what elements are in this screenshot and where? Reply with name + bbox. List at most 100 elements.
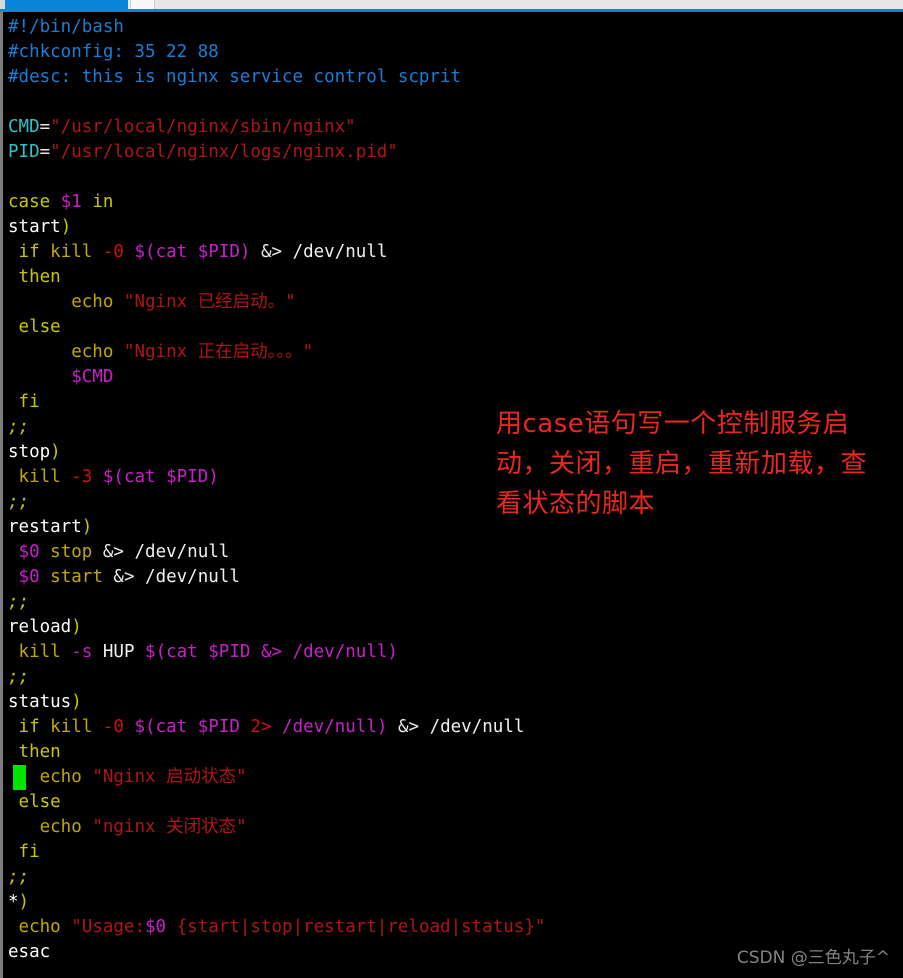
- token-label-paren: ): [18, 892, 30, 912]
- token-command-substitution-open: $(cat $PID: [134, 717, 240, 737]
- token-then-keyword: then: [18, 267, 61, 287]
- token-echo-command: echo: [39, 767, 82, 787]
- code-line: *): [8, 890, 545, 915]
- code-editor-surface[interactable]: #!/bin/bash #chkconfig: 35 22 88 #desc: th…: [0, 12, 903, 978]
- token-flag-0: -0: [102, 242, 124, 262]
- token-devnull-path: /dev/null: [134, 542, 230, 562]
- token-redirect-all: &>: [397, 717, 420, 737]
- code-line: reload): [8, 615, 545, 640]
- code-line: then: [8, 740, 545, 765]
- token-else-keyword: else: [18, 792, 61, 812]
- code-line: else: [8, 790, 545, 815]
- code-line: PID="/usr/local/nginx/logs/nginx.pid": [8, 140, 545, 165]
- code-line: $0 start &> /dev/null: [8, 565, 545, 590]
- code-line: fi: [8, 390, 545, 415]
- token-devnull-path: /dev/null: [429, 717, 525, 737]
- token-echo-command: echo: [39, 817, 82, 837]
- token-case-terminator: ;;: [8, 417, 30, 437]
- code-line: #!/bin/bash: [8, 15, 545, 40]
- red-annotation-text: 用case语句写一个控制服务启动，关闭，重启，重新加载，查看状态的脚本: [496, 409, 868, 519]
- token-cmd-value: "/usr/local/nginx/sbin/nginx": [50, 117, 356, 137]
- code-line: kill -3 $(cat $PID): [8, 465, 545, 490]
- token-equals: =: [39, 117, 51, 137]
- token-redirect-all: &>: [260, 642, 283, 662]
- token-equals: =: [39, 142, 51, 162]
- code-line: else: [8, 315, 545, 340]
- code-line: kill -s HUP $(cat $PID &> /dev/null): [8, 640, 545, 665]
- token-flag-s: -s: [71, 642, 93, 662]
- token-redirect-stderr: 2>: [250, 717, 272, 737]
- code-line: ;;: [8, 490, 545, 515]
- code-line: stop): [8, 440, 545, 465]
- token-cmd-varname: CMD: [8, 117, 40, 137]
- code-line: echo "Nginx 启动状态": [8, 765, 545, 790]
- token-fi-keyword: fi: [18, 392, 40, 412]
- token-case-label-start: start: [8, 217, 61, 237]
- code-line: #desc: this is nginx service control scp…: [8, 65, 545, 90]
- token-label-paren: ): [71, 617, 82, 637]
- token-case-label-stop: stop: [8, 442, 51, 462]
- inactive-tab[interactable]: [130, 0, 155, 9]
- token-var-zero: $0: [145, 917, 167, 937]
- code-line: ;;: [8, 590, 545, 615]
- token-fi-keyword: fi: [18, 842, 40, 862]
- code-line: $CMD: [8, 365, 545, 390]
- token-else-keyword: else: [18, 317, 61, 337]
- token-signal-hup: HUP: [102, 642, 135, 662]
- token-case-label-default: *: [8, 892, 19, 912]
- token-case-terminator: ;;: [8, 867, 30, 887]
- token-label-paren: ): [50, 442, 61, 462]
- token-devnull-path-close: /dev/null): [282, 717, 388, 737]
- active-tab[interactable]: [5, 0, 128, 9]
- token-arg-stop: stop: [50, 542, 93, 562]
- token-in-keyword: in: [92, 192, 114, 212]
- code-line: esac: [8, 940, 545, 965]
- token-label-paren: ): [60, 217, 72, 237]
- token-string-status-on: "Nginx 启动状态": [92, 767, 247, 787]
- token-flag-0: -0: [102, 717, 124, 737]
- code-line: status): [8, 690, 545, 715]
- token-echo-command: echo: [18, 917, 61, 937]
- token-case-keyword: case: [8, 192, 51, 212]
- token-redirect-all: &>: [260, 242, 283, 262]
- code-line: start): [8, 215, 545, 240]
- token-label-paren: ): [71, 692, 82, 712]
- token-kill-command: kill: [50, 242, 93, 262]
- token-label-paren: ): [81, 517, 93, 537]
- token-redirect-all: &>: [102, 542, 124, 562]
- token-echo-command: echo: [71, 292, 114, 312]
- token-if-keyword: if: [18, 242, 40, 262]
- token-case-label-reload: reload: [8, 617, 72, 637]
- token-pid-value: "/usr/local/nginx/logs/nginx.pid": [50, 142, 398, 162]
- token-chkconfig-comment: #chkconfig: 35 22 88: [8, 42, 219, 62]
- code-line: ;;: [8, 415, 545, 440]
- terminal-editor-window: #!/bin/bash #chkconfig: 35 22 88 #desc: th…: [0, 0, 903, 978]
- code-line: ;;: [8, 865, 545, 890]
- token-case-label-restart: restart: [8, 517, 82, 537]
- token-var-zero: $0: [18, 542, 40, 562]
- token-devnull-path: /dev/null: [292, 242, 388, 262]
- token-var-zero: $0: [18, 567, 40, 587]
- token-shebang: #!/bin/bash: [8, 17, 124, 37]
- token-kill-command: kill: [18, 642, 61, 662]
- token-flag-3: -3: [71, 467, 93, 487]
- token-echo-command: echo: [71, 342, 114, 362]
- token-string-status-off: "nginx 关闭状态": [92, 817, 247, 837]
- code-line: if kill -0 $(cat $PID) &> /dev/null: [8, 240, 545, 265]
- code-line: CMD="/usr/local/nginx/sbin/nginx": [8, 115, 545, 140]
- token-arg-start: start: [50, 567, 103, 587]
- token-then-keyword: then: [18, 742, 61, 762]
- token-pid-varname: PID: [8, 142, 40, 162]
- token-string-usage-head: "Usage:: [71, 917, 146, 937]
- token-redirect-all: &>: [113, 567, 135, 587]
- code-line: if kill -0 $(cat $PID 2> /dev/null) &> /…: [8, 715, 545, 740]
- token-case-label-status: status: [8, 692, 72, 712]
- code-line: echo "Nginx 已经启动。": [8, 290, 545, 315]
- code-line: echo "nginx 关闭状态": [8, 815, 545, 840]
- token-string-usage-tail: {start|stop|restart|reload|status}": [166, 917, 546, 937]
- script-source-code: #!/bin/bash #chkconfig: 35 22 88 #desc: th…: [8, 15, 545, 965]
- code-line: restart): [8, 515, 545, 540]
- token-kill-command: kill: [18, 467, 61, 487]
